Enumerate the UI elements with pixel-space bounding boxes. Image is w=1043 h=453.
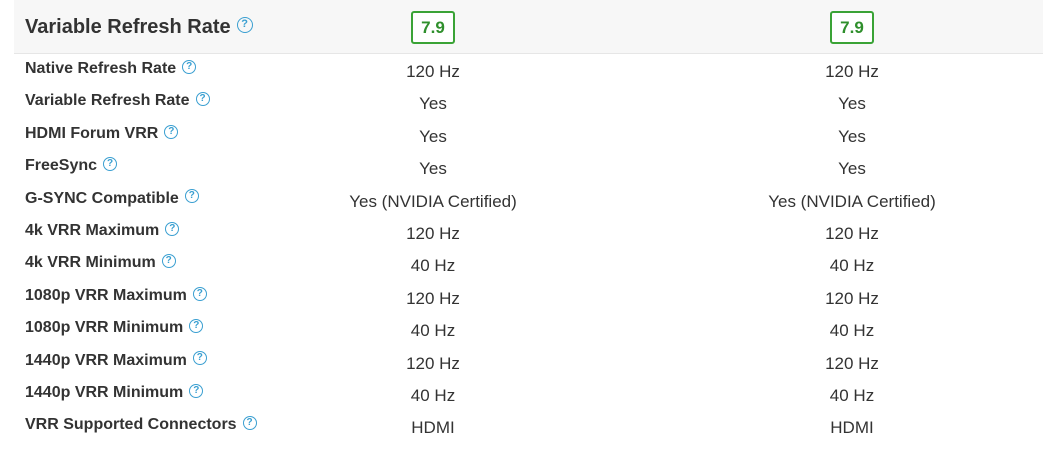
row-label-text: 1080p VRR Minimum [25, 319, 184, 337]
row-value-product-2: 120 Hz [825, 353, 879, 373]
section-title-text: Variable Refresh Rate [25, 16, 231, 38]
row-value-product-2: 40 Hz [829, 385, 875, 405]
row-label-text: 1440p VRR Minimum [25, 383, 184, 401]
row-label: 1440p VRR Minimum? [25, 383, 204, 402]
help-icon[interactable]: ? [192, 351, 207, 366]
help-icon[interactable]: ? [192, 286, 207, 301]
spec-rows: Native Refresh Rate? 120 Hz 120 Hz Variable… [14, 56, 1043, 445]
row-value-product-1: 120 Hz [406, 353, 460, 373]
score-badge-product-1: 7.9 [411, 11, 455, 44]
help-icon[interactable]: ? [236, 16, 253, 33]
row-value-product-2: HDMI [830, 418, 874, 438]
row-value-product-2: 120 Hz [825, 62, 879, 81]
table-row: 1080p VRR Minimum? 40 Hz 40 Hz [14, 315, 1043, 347]
row-value-product-2: Yes [838, 159, 866, 179]
table-row: HDMI Forum VRR? Yes Yes [14, 121, 1043, 153]
row-label: 4k VRR Minimum? [25, 254, 176, 272]
section-title: Variable Refresh Rate? [25, 16, 253, 39]
row-value-product-1: Yes (NVIDIA Certified) [349, 191, 517, 211]
table-row: VRR Supported Connectors? HDMI HDMI [14, 412, 1043, 444]
row-label: 1440p VRR Maximum? [25, 351, 207, 370]
table-row: Native Refresh Rate? 120 Hz 120 Hz [14, 56, 1043, 88]
table-row: G-SYNC Compatible? Yes (NVIDIA Certified)… [14, 186, 1043, 218]
row-label: 4k VRR Maximum? [25, 221, 180, 240]
row-label: Variable Refresh Rate? [25, 92, 210, 110]
row-value-product-1: 120 Hz [406, 288, 460, 308]
help-icon[interactable]: ? [182, 59, 197, 74]
help-icon[interactable]: ? [165, 221, 180, 236]
row-label-text: 4k VRR Maximum [25, 221, 160, 239]
row-value-product-2: 40 Hz [829, 256, 875, 276]
help-icon[interactable]: ? [184, 189, 199, 204]
row-label-text: 1080p VRR Maximum [25, 286, 187, 304]
row-label-text: 1440p VRR Maximum [25, 351, 187, 369]
help-icon[interactable]: ? [103, 156, 118, 171]
row-label: VRR Supported Connectors? [25, 416, 257, 434]
help-icon[interactable]: ? [161, 254, 176, 269]
table-row: 1440p VRR Maximum? 120 Hz 120 Hz [14, 348, 1043, 380]
row-label-text: VRR Supported Connectors [25, 416, 237, 434]
row-value-product-2: 120 Hz [825, 223, 879, 243]
help-icon[interactable]: ? [189, 383, 204, 398]
row-value-product-1: Yes [419, 126, 447, 146]
row-label: G-SYNC Compatible? [25, 189, 199, 208]
row-label: 1080p VRR Minimum? [25, 318, 204, 337]
row-label-text: HDMI Forum VRR [25, 124, 159, 142]
help-icon[interactable]: ? [242, 416, 257, 431]
row-label-text: FreeSync [25, 157, 98, 175]
table-row: 1440p VRR Minimum? 40 Hz 40 Hz [14, 380, 1043, 412]
table-row: FreeSync? Yes Yes [14, 153, 1043, 185]
row-label-text: Variable Refresh Rate [25, 92, 190, 110]
row-value-product-1: HDMI [411, 418, 455, 438]
row-label: FreeSync? [25, 156, 118, 175]
table-row: 4k VRR Maximum? 120 Hz 120 Hz [14, 218, 1043, 250]
row-value-product-2: Yes (NVIDIA Certified) [768, 191, 936, 211]
row-value-product-2: Yes [838, 94, 866, 114]
row-value-product-1: 40 Hz [410, 321, 456, 341]
table-row: 1080p VRR Maximum? 120 Hz 120 Hz [14, 283, 1043, 315]
row-value-product-1: Yes [419, 159, 447, 179]
row-label-text: 4k VRR Minimum [25, 254, 156, 272]
table-row: 4k VRR Minimum? 40 Hz 40 Hz [14, 250, 1043, 282]
table-row: Variable Refresh Rate? Yes Yes [14, 88, 1043, 120]
row-label: 1080p VRR Maximum? [25, 286, 207, 305]
row-label: Native Refresh Rate? [25, 59, 197, 78]
row-value-product-2: 120 Hz [825, 288, 879, 308]
help-icon[interactable]: ? [195, 92, 210, 107]
row-value-product-1: 120 Hz [406, 62, 460, 81]
row-value-product-1: 40 Hz [410, 385, 456, 405]
row-label: HDMI Forum VRR? [25, 124, 179, 143]
help-icon[interactable]: ? [164, 124, 179, 139]
row-value-product-1: Yes [419, 94, 447, 114]
row-value-product-1: 40 Hz [410, 256, 456, 276]
score-badge-product-2: 7.9 [830, 11, 874, 44]
row-label-text: Native Refresh Rate [25, 60, 177, 77]
row-value-product-2: 40 Hz [829, 321, 875, 341]
row-value-product-2: Yes [838, 126, 866, 146]
section-header: Variable Refresh Rate? 7.9 7.9 [14, 0, 1043, 54]
help-icon[interactable]: ? [189, 318, 204, 333]
comparison-panel: Variable Refresh Rate? 7.9 7.9 Native Re… [14, 0, 1043, 453]
row-value-product-1: 120 Hz [406, 223, 460, 243]
row-label-text: G-SYNC Compatible [25, 189, 179, 207]
